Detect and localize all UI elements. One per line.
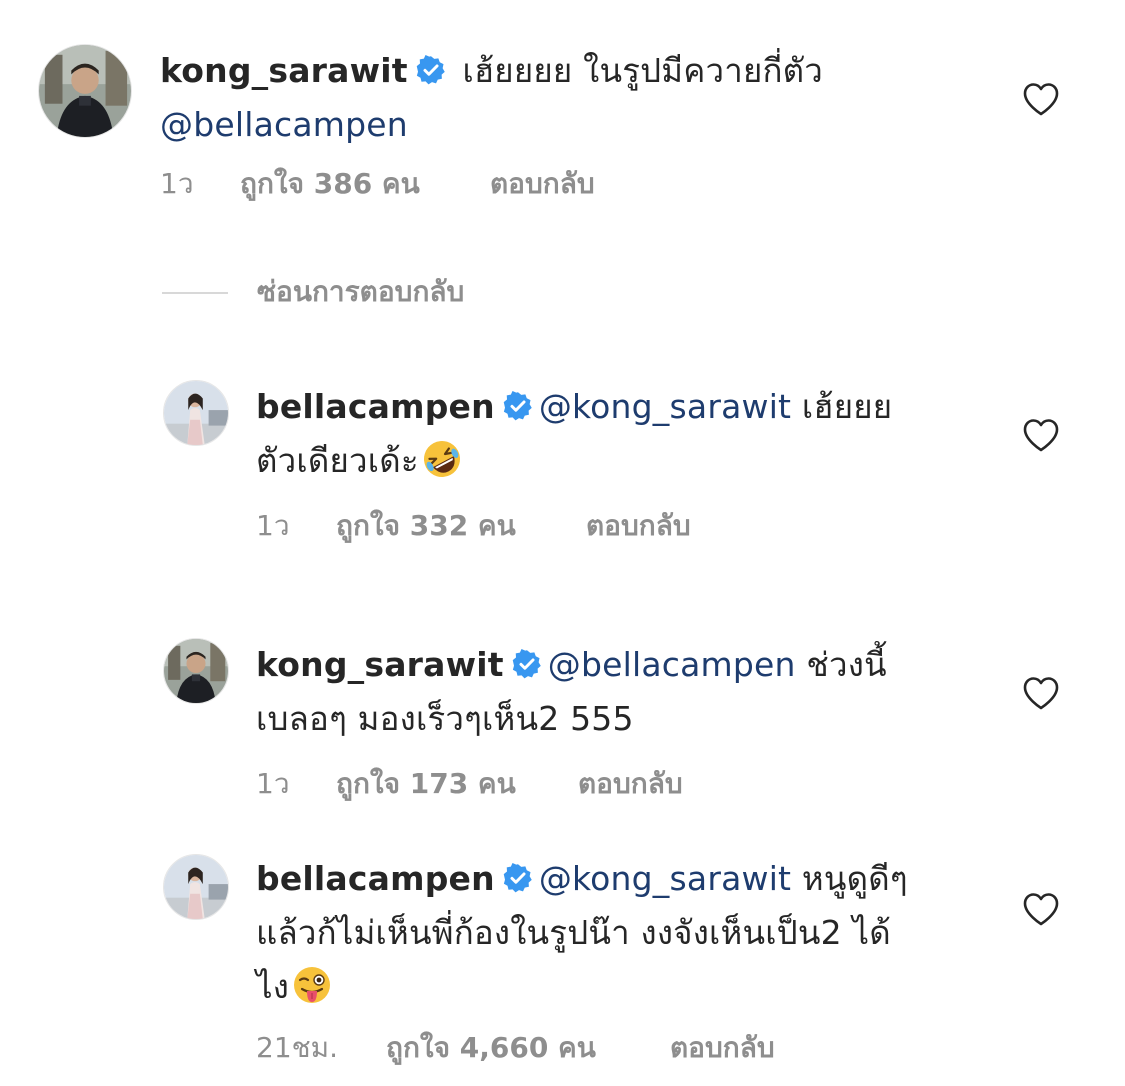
comment-time: 21ชม.: [256, 1031, 338, 1064]
comment-text: kong_sarawit @bellacampen ช่วงนี้ เบลอๆ ม…: [256, 638, 996, 746]
mention-link[interactable]: @kong_sarawit: [539, 387, 791, 426]
comment-body-line3: ไง: [256, 967, 290, 1006]
avatar[interactable]: [38, 44, 132, 138]
comment-body: หนูดูดีๆ: [791, 859, 908, 898]
reply-button[interactable]: ตอบกลับ: [578, 766, 683, 802]
hide-replies-toggle[interactable]: ซ่อนการตอบกลับ: [162, 270, 562, 314]
comment-time: 1ว: [256, 509, 290, 542]
divider-line: [162, 292, 228, 294]
reply-button[interactable]: ตอบกลับ: [670, 1030, 775, 1066]
reply-button[interactable]: ตอบกลับ: [586, 508, 691, 544]
comment-meta: 1ว ถูกใจ 332 คน ตอบกลับ: [256, 508, 856, 544]
comment-username[interactable]: bellacampen: [256, 859, 495, 898]
comment-username[interactable]: bellacampen: [256, 387, 495, 426]
comment-meta: 1ว ถูกใจ 386 คน ตอบกลับ: [160, 166, 760, 202]
comment-body-line2: แล้วก้ไม่เห็นพี่ก้องในรูปน๊า งงจังเห็นเป…: [256, 913, 891, 952]
comment-body-line2: เบลอๆ มองเร็วๆเห็น2 555: [256, 699, 634, 738]
avatar[interactable]: [163, 380, 229, 446]
mention-link[interactable]: @bellacampen: [160, 105, 408, 144]
comment-body: เฮ้ยยยย ในรูปมีควายกี่ตัว: [451, 51, 824, 90]
reply-button[interactable]: ตอบกลับ: [490, 166, 595, 202]
avatar[interactable]: [163, 854, 229, 920]
winking-face-with-tongue-emoji: [291, 964, 333, 1006]
comment-time: 1ว: [160, 167, 194, 200]
comment-text: kong_sarawit เฮ้ยยยย ในรูปมีควายกี่ตัว @…: [160, 44, 980, 152]
likes-count[interactable]: ถูกใจ 386 คน: [240, 166, 420, 202]
mention-link[interactable]: @kong_sarawit: [539, 859, 791, 898]
rolling-on-floor-laughing-emoji: [421, 438, 463, 480]
heart-outline-icon[interactable]: [1022, 82, 1060, 116]
comment-body: เฮ้ยยย: [791, 387, 893, 426]
comment-time: 1ว: [256, 767, 290, 800]
verified-badge-icon: [512, 649, 542, 679]
comment-username[interactable]: kong_sarawit: [256, 645, 504, 684]
comment-meta: 21ชม. ถูกใจ 4,660 คน ตอบกลับ: [256, 1030, 856, 1066]
verified-badge-icon: [503, 863, 533, 893]
avatar[interactable]: [163, 638, 229, 704]
comment-body: ช่วงนี้: [795, 645, 887, 684]
comment-body-line2: ตัวเดียวเด้ะ: [256, 441, 419, 480]
verified-badge-icon: [503, 391, 533, 421]
mention-link[interactable]: @bellacampen: [548, 645, 796, 684]
comment-text: bellacampen @kong_sarawit เฮ้ยยย ตัวเดียว…: [256, 380, 996, 488]
likes-count[interactable]: ถูกใจ 332 คน: [336, 508, 516, 544]
hide-replies-label[interactable]: ซ่อนการตอบกลับ: [257, 274, 464, 310]
likes-count[interactable]: ถูกใจ 4,660 คน: [386, 1030, 596, 1066]
verified-badge-icon: [416, 55, 446, 85]
heart-outline-icon[interactable]: [1022, 418, 1060, 452]
likes-count[interactable]: ถูกใจ 173 คน: [336, 766, 516, 802]
comment-username[interactable]: kong_sarawit: [160, 51, 408, 90]
comment-text: bellacampen @kong_sarawit หนูดูดีๆ แล้วก้…: [256, 852, 996, 1014]
heart-outline-icon[interactable]: [1022, 892, 1060, 926]
comment-meta: 1ว ถูกใจ 173 คน ตอบกลับ: [256, 766, 856, 802]
heart-outline-icon[interactable]: [1022, 676, 1060, 710]
